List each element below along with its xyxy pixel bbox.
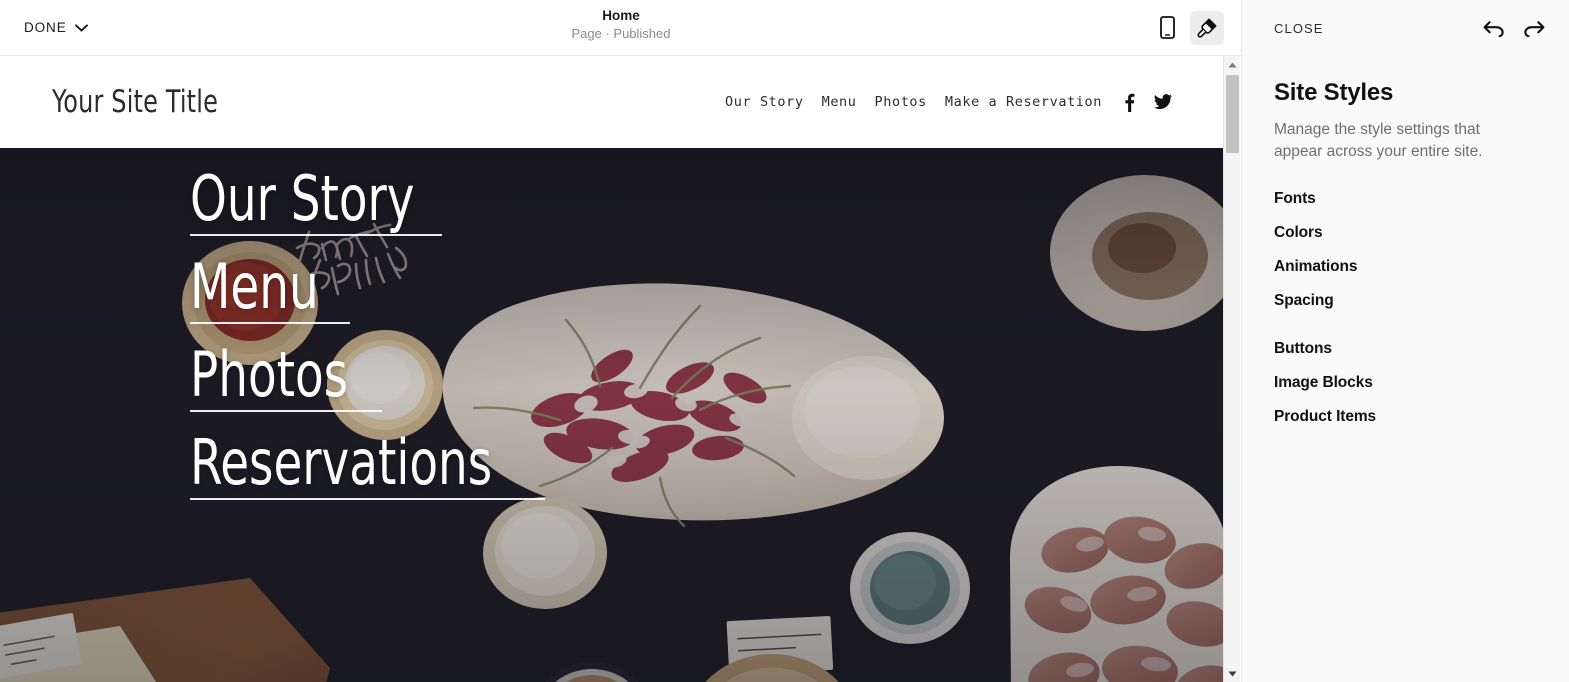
site-title[interactable]: Your Site Title <box>52 84 218 120</box>
nav-item-photos[interactable]: Photos <box>875 94 927 110</box>
style-group-components: Buttons Image Blocks Product Items <box>1274 339 1537 427</box>
history-controls <box>1483 20 1545 37</box>
scroll-up-arrow-icon[interactable] <box>1224 56 1241 73</box>
preview-scrollbar[interactable] <box>1223 56 1240 682</box>
panel-topbar: CLOSE <box>1242 0 1569 56</box>
site-styles-button[interactable] <box>1190 10 1224 45</box>
done-button[interactable]: DONE <box>22 16 90 39</box>
page-status: Page · Published <box>571 26 671 41</box>
redo-icon <box>1524 20 1545 37</box>
done-button-label: DONE <box>24 20 67 35</box>
nav-item-menu[interactable]: Menu <box>822 94 857 110</box>
site-navigation: Our Story Menu Photos Make a Reservation <box>725 93 1172 112</box>
hero-link-underline <box>190 410 382 412</box>
panel-description: Manage the style settings that appear ac… <box>1274 121 1483 160</box>
hero-banner: Nordic Butter <box>0 148 1224 682</box>
mobile-preview-button[interactable] <box>1150 11 1184 45</box>
hero-link-menu[interactable]: Menu <box>190 250 350 324</box>
twitter-link[interactable] <box>1153 94 1172 110</box>
close-button[interactable]: CLOSE <box>1274 21 1324 36</box>
hero-link-reservations[interactable]: Reservations <box>190 426 550 500</box>
hero-link-label: Reservations <box>190 426 493 499</box>
hero-link-underline <box>190 498 545 500</box>
style-item-image-blocks[interactable]: Image Blocks <box>1274 373 1373 393</box>
facebook-link[interactable] <box>1124 93 1135 112</box>
hero-link-photos[interactable]: Photos <box>190 338 382 412</box>
hero-link-list: Our Story Menu Photos Reservations <box>190 162 550 514</box>
site-editor-pane: DONE Home Page · Published Your Site Tit… <box>0 0 1242 682</box>
style-item-product-items[interactable]: Product Items <box>1274 407 1376 427</box>
paintbrush-icon <box>1197 18 1217 38</box>
style-item-colors[interactable]: Colors <box>1274 223 1323 243</box>
editor-app: DONE Home Page · Published Your Site Tit… <box>0 0 1569 682</box>
site-styles-panel: CLOSE Site Styles Manage the style setti… <box>1242 0 1569 682</box>
hero-link-label: Menu <box>190 250 319 323</box>
scroll-down-arrow-icon[interactable] <box>1224 665 1241 682</box>
nav-item-our-story[interactable]: Our Story <box>725 94 804 110</box>
undo-button[interactable] <box>1483 20 1505 37</box>
panel-heading: Site Styles <box>1274 79 1394 106</box>
facebook-icon <box>1125 93 1135 112</box>
site-header: Your Site Title Our Story Menu Photos Ma… <box>0 56 1224 148</box>
style-group-global: Fonts Colors Animations Spacing <box>1274 189 1537 311</box>
chevron-down-icon <box>74 23 88 32</box>
scrollbar-thumb[interactable] <box>1226 75 1239 153</box>
hero-link-underline <box>190 322 350 324</box>
undo-icon <box>1483 20 1504 37</box>
editor-topbar: DONE Home Page · Published <box>0 0 1241 56</box>
hero-link-label: Photos <box>190 338 349 411</box>
redo-button[interactable] <box>1523 20 1545 37</box>
hero-link-our-story[interactable]: Our Story <box>190 162 457 236</box>
mobile-preview-icon <box>1159 16 1175 39</box>
hero-link-label: Our Story <box>190 162 415 235</box>
panel-body: Site Styles Manage the style settings th… <box>1242 56 1569 427</box>
style-item-buttons[interactable]: Buttons <box>1274 339 1332 359</box>
style-item-fonts[interactable]: Fonts <box>1274 189 1316 209</box>
hero-link-underline <box>190 234 442 236</box>
nav-item-make-a-reservation[interactable]: Make a Reservation <box>945 94 1102 110</box>
style-item-animations[interactable]: Animations <box>1274 257 1358 277</box>
twitter-icon <box>1153 94 1172 110</box>
topbar-tools <box>1150 10 1224 45</box>
page-title: Home <box>602 8 640 23</box>
hero-background-image: Nordic Butter <box>0 148 1224 682</box>
site-preview[interactable]: Your Site Title Our Story Menu Photos Ma… <box>0 56 1224 682</box>
style-item-spacing[interactable]: Spacing <box>1274 291 1334 311</box>
page-meta: Home Page · Published <box>0 7 1241 42</box>
